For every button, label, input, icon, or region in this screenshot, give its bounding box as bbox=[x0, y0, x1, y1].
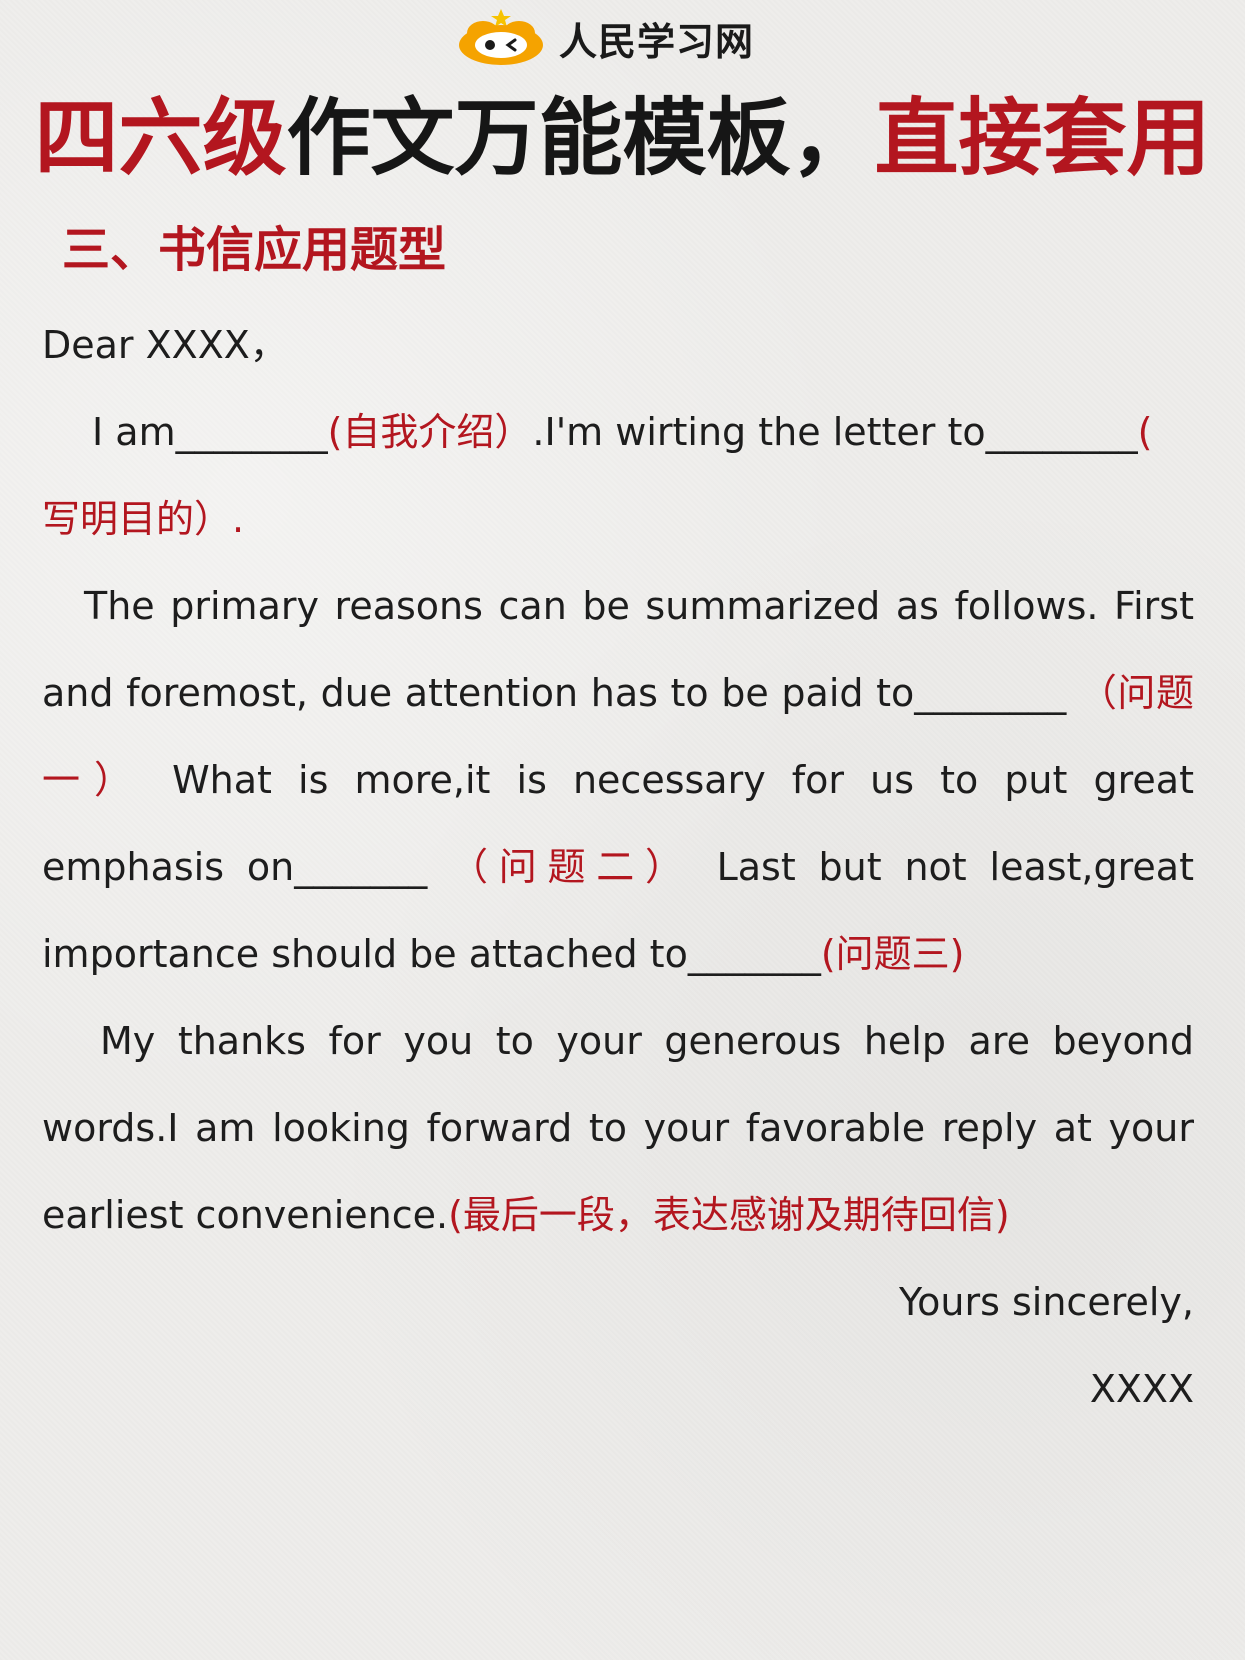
cartoon-face-logo-icon bbox=[455, 9, 547, 67]
reason-one-note-end: 一） bbox=[42, 758, 147, 802]
paragraph-2-line-4: emphasis on_______ （问题二） Last but not le… bbox=[42, 824, 1194, 911]
title-cet-part: 四六级 bbox=[34, 89, 287, 187]
reason-two-note: （问题二） bbox=[450, 845, 694, 889]
purpose-note-open: ( bbox=[1137, 410, 1153, 454]
paragraph-2-line-2: and foremost, due attention has to be pa… bbox=[42, 650, 1194, 737]
title-template-part: 作文万能模板， bbox=[286, 89, 875, 187]
letter-template: Dear XXXX， I am________(自我介绍）.I'm wirtin… bbox=[42, 302, 1194, 1433]
site-logo[interactable]: 人民学习网 bbox=[455, 8, 754, 68]
letter-signature: XXXX bbox=[1089, 1367, 1194, 1411]
brand-name: 人民学习网 bbox=[559, 19, 755, 64]
paragraph-1-line-1: I am________(自我介绍）.I'm wirting the lette… bbox=[42, 389, 1194, 476]
letter-closing: Yours sincerely, bbox=[898, 1280, 1194, 1324]
paragraph-3-line-1: My thanks for you to your generous help … bbox=[100, 1019, 1194, 1063]
reason-two-text: emphasis on_______ bbox=[42, 845, 428, 889]
intro-note: (自我介绍） bbox=[327, 410, 533, 454]
title-apply-part: 直接套用 bbox=[874, 89, 1211, 187]
intro-text: I am________ bbox=[92, 410, 328, 454]
paragraph-2-line-1: The primary reasons can be summarized as… bbox=[84, 584, 1194, 628]
reason-one-text: and foremost, due attention has to be pa… bbox=[42, 671, 1067, 715]
closing-paragraph-end: earliest convenience. bbox=[42, 1193, 449, 1237]
reason-three-note: (问题三) bbox=[820, 932, 965, 976]
reason-one-note: （问题 bbox=[1078, 671, 1194, 715]
reason-three-text: importance should be attached to_______ bbox=[42, 932, 821, 976]
section-heading: 三、书信应用题型 bbox=[62, 222, 447, 278]
closing-paragraph-note: (最后一段，表达感谢及期待回信) bbox=[448, 1193, 1010, 1237]
paragraph-1-line-2: 写明目的）. bbox=[42, 497, 245, 541]
paragraph-2-line-3: 一） What is more,it is necessary for us t… bbox=[42, 737, 1194, 824]
purpose-text: .I'm wirting the letter to________ bbox=[532, 410, 1138, 454]
paragraph-3-line-2: words.I am looking forward to your favor… bbox=[42, 1106, 1194, 1150]
reason-two-intro: What is more,it is necessary for us to p… bbox=[172, 758, 1194, 802]
reason-three-intro: Last but not least,great bbox=[716, 845, 1194, 889]
letter-salutation: Dear XXXX， bbox=[42, 323, 288, 367]
paragraph-3-line-3: earliest convenience.(最后一段，表达感谢及期待回信) bbox=[42, 1172, 1194, 1259]
paragraph-2-line-5: importance should be attached to_______(… bbox=[42, 911, 1194, 998]
page: 人民学习网 四六级作文万能模板，直接套用 三、书信应用题型 Dear XXXX，… bbox=[0, 0, 1245, 1660]
page-title: 四六级作文万能模板，直接套用 bbox=[0, 88, 1245, 188]
